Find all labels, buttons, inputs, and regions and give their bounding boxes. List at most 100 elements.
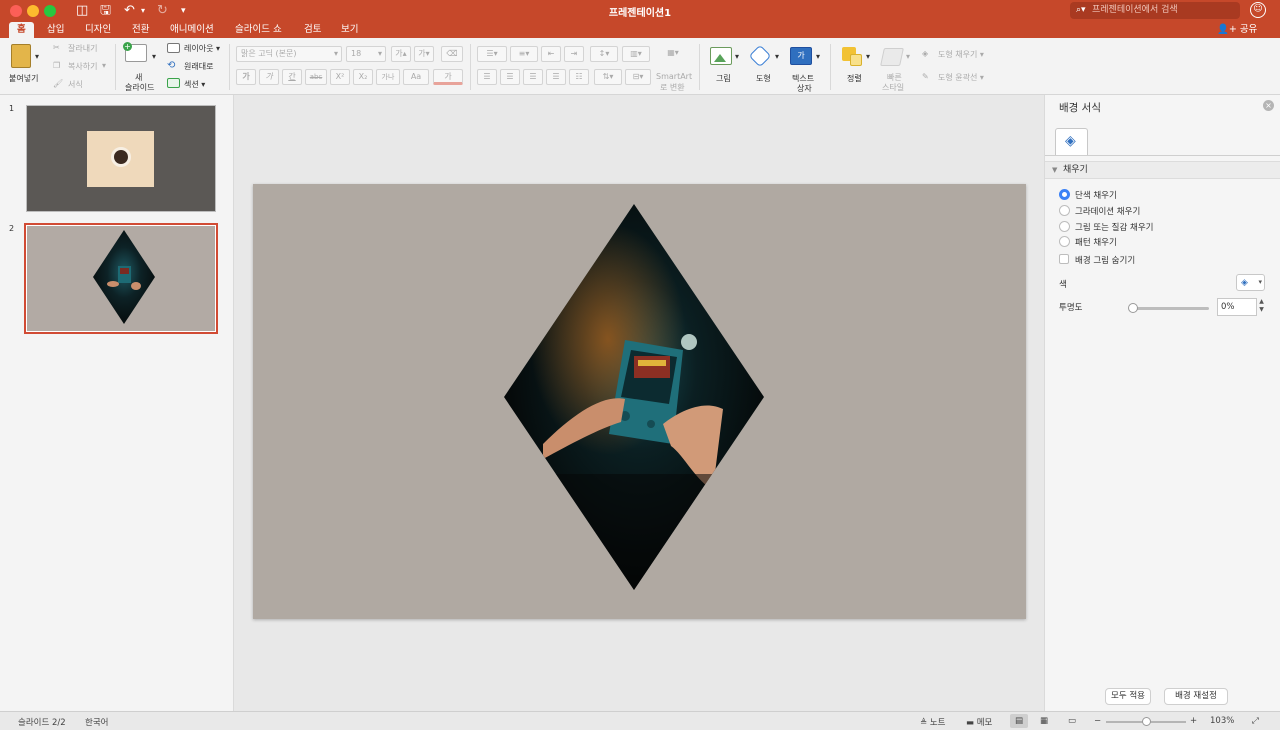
picture-fill-label[interactable]: 그림 또는 질감 채우기 (1075, 221, 1154, 233)
font-size-field[interactable]: 18 ▾ (346, 46, 386, 62)
picture-icon[interactable] (710, 47, 732, 65)
layout-button[interactable]: 레이아웃 ▾ (184, 43, 220, 54)
comments-button[interactable]: ▬ 메모 (966, 716, 992, 728)
pattern-fill-radio[interactable] (1059, 236, 1070, 247)
solid-fill-radio[interactable] (1059, 189, 1070, 200)
textbox-icon[interactable]: 가 (790, 47, 812, 65)
underline-button[interactable]: 간 (282, 69, 302, 85)
slide-editing-canvas[interactable] (234, 95, 1044, 711)
transparency-slider[interactable] (1131, 307, 1209, 310)
close-pane-icon[interactable]: × (1263, 100, 1274, 111)
text-direction-button[interactable]: ⇅▾ (594, 69, 622, 85)
tab-slideshow[interactable]: 슬라이드 쇼 (235, 22, 282, 38)
shape-dropdown-icon[interactable]: ▾ (775, 52, 779, 61)
reset-button[interactable]: 원래대로 (184, 61, 213, 72)
hide-bg-graphics-label[interactable]: 배경 그림 숨기기 (1075, 254, 1135, 266)
smartart-label-2[interactable]: 로 변환 (660, 82, 685, 93)
smartart-label-1[interactable]: SmartArt (656, 72, 692, 81)
justify-icon[interactable]: ☰ (546, 69, 566, 85)
normal-view-icon[interactable]: ▤ (1010, 714, 1028, 728)
search-input[interactable]: ⌕▾ 프레젠테이션에서 검색 (1070, 2, 1240, 19)
new-slide-dropdown-icon[interactable]: ▾ (152, 52, 156, 61)
pattern-fill-label[interactable]: 패턴 채우기 (1075, 236, 1117, 248)
picture-dropdown-icon[interactable]: ▾ (735, 52, 739, 61)
zoom-slider-knob[interactable] (1142, 717, 1151, 726)
shrink-font-button[interactable]: 가▾ (414, 46, 434, 62)
line-spacing-button[interactable]: ↕▾ (590, 46, 618, 62)
fill-section-header[interactable]: ▼ 채우기 (1045, 161, 1280, 179)
presenter-view-icon[interactable]: ▭ (1068, 716, 1076, 726)
zoom-level[interactable]: 103% (1210, 716, 1234, 726)
shapes-icon[interactable] (748, 44, 772, 68)
clear-formatting-icon[interactable]: ⌫ (441, 46, 463, 62)
gradient-fill-label[interactable]: 그라데이션 채우기 (1075, 205, 1140, 217)
italic-button[interactable]: 가 (259, 69, 279, 85)
arrange-label[interactable]: 정렬 (847, 73, 862, 84)
shape-fill-button[interactable]: 도형 채우기 ▾ (938, 49, 984, 60)
slide-thumbnail-2[interactable] (24, 223, 218, 334)
solid-fill-label[interactable]: 단색 채우기 (1075, 189, 1117, 201)
slide-2[interactable] (253, 184, 1026, 619)
tab-animations[interactable]: 애니메이션 (170, 22, 214, 38)
format-painter-button[interactable]: 서식 (68, 79, 83, 90)
bold-button[interactable]: 가 (236, 69, 256, 85)
new-slide-label-2[interactable]: 슬라이드 (125, 82, 154, 93)
quick-styles-label-2[interactable]: 스타일 (882, 82, 904, 93)
font-color-button[interactable]: 가 (433, 69, 463, 85)
bullets-button[interactable]: ☰▾ (477, 46, 507, 62)
subscript-button[interactable]: X₂ (353, 69, 373, 85)
increase-indent-icon[interactable]: ⇥ (564, 46, 584, 62)
shape-label[interactable]: 도형 (756, 73, 771, 84)
arrange-dropdown-icon[interactable]: ▾ (866, 52, 870, 61)
tab-insert[interactable]: 삽입 (47, 22, 64, 38)
smartart-icon[interactable]: ▦▾ (656, 46, 690, 62)
zoom-in-icon[interactable]: + (1190, 716, 1197, 726)
strikethrough-button[interactable]: abc (305, 69, 327, 85)
tab-view[interactable]: 보기 (341, 22, 358, 38)
color-picker-button[interactable]: ◈ ▾ (1236, 274, 1265, 291)
quick-styles-dropdown-icon[interactable]: ▾ (906, 52, 910, 61)
shape-outline-button[interactable]: 도형 윤곽선 ▾ (938, 72, 984, 83)
language[interactable]: 한국어 (85, 716, 108, 728)
picture-fill-radio[interactable] (1059, 221, 1070, 232)
copy-button[interactable]: 복사하기 (68, 61, 97, 72)
fill-tab-icon[interactable]: ◈ (1055, 128, 1088, 155)
picture-label[interactable]: 그림 (716, 73, 731, 84)
numbering-button[interactable]: ≡▾ (510, 46, 538, 62)
notes-button[interactable]: ≜ 노트 (920, 716, 945, 728)
align-right-icon[interactable]: ☰ (523, 69, 543, 85)
char-spacing-button[interactable]: 가나 (376, 69, 400, 85)
align-text-button[interactable]: ⊟▾ (625, 69, 651, 85)
paste-icon[interactable] (11, 44, 31, 68)
transparency-input[interactable]: 0% (1217, 298, 1257, 316)
hide-bg-graphics-checkbox[interactable] (1059, 254, 1069, 264)
section-button[interactable]: 섹션 ▾ (184, 79, 205, 90)
apply-all-button[interactable]: 모두 적용 (1105, 688, 1151, 705)
feedback-smiley-icon[interactable]: ☺ (1250, 2, 1266, 18)
transparency-stepper[interactable]: ▲ ▼ (1257, 298, 1266, 316)
zoom-out-icon[interactable]: − (1094, 716, 1101, 726)
decrease-indent-icon[interactable]: ⇤ (541, 46, 561, 62)
align-center-icon[interactable]: ☰ (500, 69, 520, 85)
change-case-button[interactable]: Aa (403, 69, 429, 85)
cut-button[interactable]: 잘라내기 (68, 43, 97, 54)
reset-background-button[interactable]: 배경 재설정 (1164, 688, 1228, 705)
font-name-field[interactable]: 맑은 고딕 (본문) ▾ (236, 46, 342, 62)
textbox-label-2[interactable]: 상자 (797, 83, 812, 94)
copy-dropdown-icon[interactable]: ▾ (102, 61, 106, 70)
textbox-dropdown-icon[interactable]: ▾ (816, 52, 820, 61)
grow-font-button[interactable]: 가▴ (391, 46, 411, 62)
slide-sorter-icon[interactable]: ▦ (1040, 716, 1048, 726)
superscript-button[interactable]: X² (330, 69, 350, 85)
tab-design[interactable]: 디자인 (85, 22, 111, 38)
columns-button[interactable]: ▥▾ (622, 46, 650, 62)
new-slide-icon[interactable]: + (123, 42, 147, 62)
fit-to-window-icon[interactable]: ⤢ (1252, 716, 1259, 726)
tab-transitions[interactable]: 전환 (132, 22, 149, 38)
paste-label[interactable]: 붙여넣기 (9, 73, 38, 84)
tab-home[interactable]: 홈 (9, 22, 34, 38)
slide-thumbnail-1[interactable] (26, 105, 216, 212)
paste-dropdown-icon[interactable]: ▾ (35, 52, 39, 61)
align-left-icon[interactable]: ☰ (477, 69, 497, 85)
gradient-fill-radio[interactable] (1059, 205, 1070, 216)
